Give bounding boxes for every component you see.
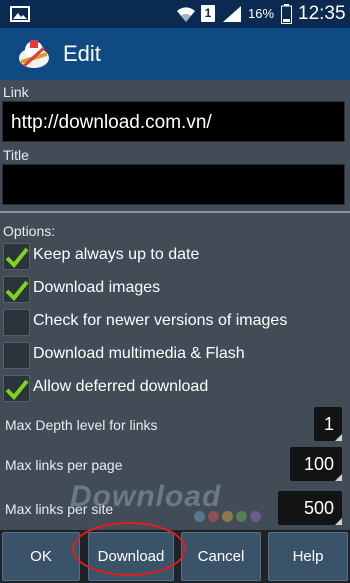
page-title: Edit bbox=[63, 41, 101, 66]
option-label: Check for newer versions of images bbox=[33, 312, 288, 329]
status-bar: 1 16% 12:35 bbox=[0, 0, 350, 28]
checkmark-icon bbox=[5, 379, 29, 400]
option-label: Download images bbox=[33, 279, 161, 296]
checkbox-download-images[interactable] bbox=[3, 276, 30, 303]
battery-icon bbox=[281, 4, 292, 24]
option-check-newer-images[interactable]: Check for newer versions of images bbox=[3, 309, 343, 337]
max-links-page-input[interactable]: 100 bbox=[290, 447, 342, 481]
max-links-page-value: 100 bbox=[303, 454, 334, 474]
option-label: Keep always up to date bbox=[33, 246, 200, 263]
options-label: Options: bbox=[3, 223, 56, 239]
link-field[interactable]: http://download.com.vn/ bbox=[2, 101, 345, 142]
ok-button[interactable]: OK bbox=[2, 532, 80, 581]
edit-form: Link http://download.com.vn/ Title Optio… bbox=[0, 80, 350, 530]
button-bar: OK Download Cancel Help bbox=[0, 530, 350, 583]
spinner-corner-icon bbox=[335, 434, 342, 441]
wifi-icon bbox=[177, 7, 195, 23]
sim-slot-badge: 1 bbox=[201, 5, 215, 22]
max-links-page-label: Max links per page bbox=[5, 457, 123, 473]
gallery-notification-icon bbox=[10, 6, 30, 22]
option-label: Download multimedia & Flash bbox=[33, 345, 245, 362]
checkmark-icon bbox=[5, 247, 29, 268]
max-depth-input[interactable]: 1 bbox=[314, 407, 342, 441]
max-depth-row: Max Depth level for links 1 bbox=[0, 407, 350, 443]
section-divider bbox=[0, 211, 350, 213]
option-keep-up-to-date[interactable]: Keep always up to date bbox=[3, 243, 343, 271]
option-download-images[interactable]: Download images bbox=[3, 276, 343, 304]
max-links-site-value: 500 bbox=[303, 498, 334, 518]
title-label: Title bbox=[3, 147, 29, 163]
help-button[interactable]: Help bbox=[268, 532, 348, 581]
link-label: Link bbox=[3, 84, 29, 100]
checkbox-download-multimedia[interactable] bbox=[3, 342, 30, 369]
checkbox-check-newer-images[interactable] bbox=[3, 309, 30, 336]
max-links-page-row: Max links per page 100 bbox=[0, 447, 350, 483]
spinner-corner-icon bbox=[335, 518, 342, 525]
clock: 12:35 bbox=[298, 3, 346, 24]
battery-percent: 16% bbox=[248, 6, 275, 21]
checkbox-keep-up-to-date[interactable] bbox=[3, 243, 30, 270]
link-value: http://download.com.vn/ bbox=[11, 112, 212, 133]
max-links-site-label: Max links per site bbox=[5, 501, 114, 517]
max-depth-value: 1 bbox=[323, 414, 334, 434]
checkbox-allow-deferred[interactable] bbox=[3, 375, 30, 402]
cancel-button[interactable]: Cancel bbox=[181, 532, 261, 581]
signal-icon bbox=[223, 6, 241, 22]
spinner-corner-icon bbox=[335, 474, 342, 481]
option-label: Allow deferred download bbox=[33, 378, 209, 395]
max-depth-label: Max Depth level for links bbox=[5, 417, 158, 433]
download-button[interactable]: Download bbox=[88, 532, 174, 581]
action-bar: Edit bbox=[0, 28, 350, 80]
option-allow-deferred[interactable]: Allow deferred download bbox=[3, 375, 343, 403]
option-download-multimedia[interactable]: Download multimedia & Flash bbox=[3, 342, 343, 370]
title-field[interactable] bbox=[2, 164, 345, 205]
app-logo-icon[interactable] bbox=[16, 36, 52, 72]
max-links-site-row: Max links per site 500 bbox=[0, 491, 350, 527]
checkmark-icon bbox=[5, 280, 29, 301]
max-links-site-input[interactable]: 500 bbox=[278, 491, 342, 525]
